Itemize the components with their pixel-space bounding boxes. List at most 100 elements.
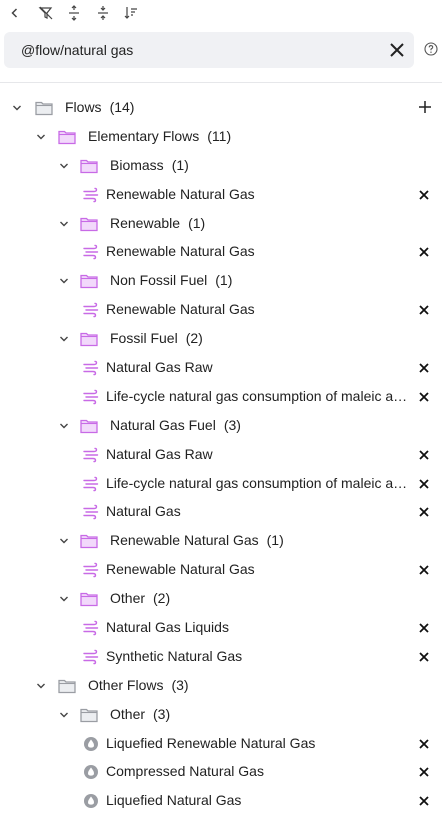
remove-icon[interactable]: [418, 794, 430, 807]
chevron-down-icon[interactable]: [11, 101, 23, 113]
folder-label: Flows (14): [65, 99, 134, 115]
remove-icon[interactable]: [418, 765, 430, 778]
folder-label: Elementary Flows (11): [88, 128, 231, 144]
help-icon[interactable]: [424, 42, 438, 56]
folder-label: Biomass (1): [110, 157, 189, 173]
chevron-down-icon[interactable]: [58, 159, 70, 171]
flow-item[interactable]: Renewable Natural Gas: [0, 237, 442, 266]
flow-item[interactable]: Natural Gas Raw: [0, 353, 442, 382]
remove-icon[interactable]: [418, 505, 430, 518]
folder-icon: [80, 418, 98, 434]
flow-name: Natural Gas: [106, 503, 181, 520]
flow-icon: [83, 620, 99, 636]
chevron-down-icon[interactable]: [35, 130, 47, 142]
flow-item[interactable]: Life-cycle natural gas consumption of ma…: [0, 469, 442, 498]
flow-icon: [83, 244, 99, 260]
tree-folder-row[interactable]: Renewable Natural Gas (1): [0, 526, 442, 555]
folder-name: Elementary Flows: [88, 127, 200, 144]
flow-item[interactable]: Synthetic Natural Gas: [0, 642, 442, 671]
folder-label: Other (2): [110, 590, 170, 606]
folder-count: (1): [266, 532, 284, 549]
folder-label: Other (3): [110, 706, 170, 722]
search-bar: [4, 32, 414, 68]
flow-icon: [83, 562, 99, 578]
flow-item[interactable]: Liquefied Natural Gas: [0, 786, 442, 815]
search-input[interactable]: [21, 42, 361, 58]
tree-folder-row[interactable]: Non Fossil Fuel (1): [0, 266, 442, 295]
remove-icon[interactable]: [418, 361, 430, 373]
tree-folder-row[interactable]: Flows (14): [0, 93, 442, 122]
flow-name: Natural Gas Liquids: [106, 619, 229, 636]
chevron-down-icon[interactable]: [58, 534, 70, 546]
flow-name: Compressed Natural Gas: [106, 763, 264, 780]
remove-icon[interactable]: [418, 303, 430, 315]
flow-name: Renewable Natural Gas: [106, 185, 255, 202]
clear-search-icon[interactable]: [388, 41, 406, 59]
folder-icon: [80, 158, 98, 174]
tree-folder-row[interactable]: Other Flows (3): [0, 671, 442, 700]
flow-name: Liquefied Natural Gas: [106, 792, 242, 809]
flow-item[interactable]: Natural Gas Raw: [0, 440, 442, 469]
tree-folder-row[interactable]: Other (2): [0, 584, 442, 613]
flow-item[interactable]: Renewable Natural Gas: [0, 295, 442, 324]
tree-folder-row[interactable]: Fossil Fuel (2): [0, 324, 442, 353]
chevron-down-icon[interactable]: [58, 592, 70, 604]
chevron-down-icon[interactable]: [58, 419, 70, 431]
folder-count: (3): [153, 705, 171, 722]
folder-name: Other: [110, 705, 146, 722]
folder-label: Non Fossil Fuel (1): [110, 272, 232, 288]
tree-folder-row[interactable]: Natural Gas Fuel (3): [0, 411, 442, 440]
folder-icon: [58, 678, 76, 694]
tree-folder-row[interactable]: Elementary Flows (11): [0, 122, 442, 151]
folder-count: (3): [171, 676, 189, 693]
sort-icon[interactable]: [122, 4, 140, 22]
folder-label: Renewable Natural Gas (1): [110, 532, 284, 548]
remove-icon[interactable]: [418, 650, 430, 662]
back-icon[interactable]: [6, 4, 24, 22]
flow-icon: [83, 476, 99, 492]
flow-item[interactable]: Renewable Natural Gas: [0, 555, 442, 584]
flow-item[interactable]: Natural Gas: [0, 497, 442, 526]
flow-icon: [83, 447, 99, 463]
flow-item[interactable]: Compressed Natural Gas: [0, 757, 442, 786]
folder-label: Natural Gas Fuel (3): [110, 417, 241, 433]
tree-folder-row[interactable]: Other (3): [0, 700, 442, 729]
flow-icon: [83, 360, 99, 376]
tree-folder-row[interactable]: Renewable (1): [0, 209, 442, 238]
remove-icon[interactable]: [418, 390, 430, 402]
folder-count: (11): [207, 127, 232, 144]
remove-icon[interactable]: [418, 245, 430, 258]
clear-filter-icon[interactable]: [37, 4, 55, 22]
remove-icon[interactable]: [418, 188, 430, 200]
tree-folder-row[interactable]: Biomass (1): [0, 151, 442, 180]
chevron-down-icon[interactable]: [35, 679, 47, 691]
expand-all-icon[interactable]: [65, 4, 83, 22]
flow-item[interactable]: Life-cycle natural gas consumption of ma…: [0, 382, 442, 411]
folder-icon: [80, 707, 98, 723]
flow-icon: [83, 302, 99, 318]
remove-icon[interactable]: [418, 737, 430, 749]
remove-icon[interactable]: [418, 621, 430, 633]
remove-icon[interactable]: [418, 563, 430, 575]
droplet-icon: [83, 736, 99, 752]
flow-icon: [83, 389, 99, 405]
flow-name: Natural Gas Raw: [106, 359, 213, 376]
flow-icon: [83, 504, 99, 520]
collapse-all-icon[interactable]: [94, 4, 112, 22]
chevron-down-icon[interactable]: [58, 274, 70, 286]
chevron-down-icon[interactable]: [58, 217, 70, 229]
flow-item[interactable]: Renewable Natural Gas: [0, 180, 442, 209]
folder-label: Fossil Fuel (2): [110, 330, 203, 346]
folder-name: Natural Gas Fuel: [110, 416, 216, 433]
flow-name: Liquefied Renewable Natural Gas: [106, 734, 316, 751]
folder-icon: [58, 129, 76, 145]
folder-name: Fossil Fuel: [110, 330, 178, 347]
chevron-down-icon[interactable]: [58, 332, 70, 344]
add-icon[interactable]: [418, 100, 432, 114]
flow-name: Life-cycle natural gas consumption of ma…: [106, 474, 412, 491]
flow-item[interactable]: Natural Gas Liquids: [0, 613, 442, 642]
remove-icon[interactable]: [418, 477, 430, 489]
flow-item[interactable]: Liquefied Renewable Natural Gas: [0, 729, 442, 758]
chevron-down-icon[interactable]: [58, 708, 70, 720]
remove-icon[interactable]: [418, 448, 430, 460]
